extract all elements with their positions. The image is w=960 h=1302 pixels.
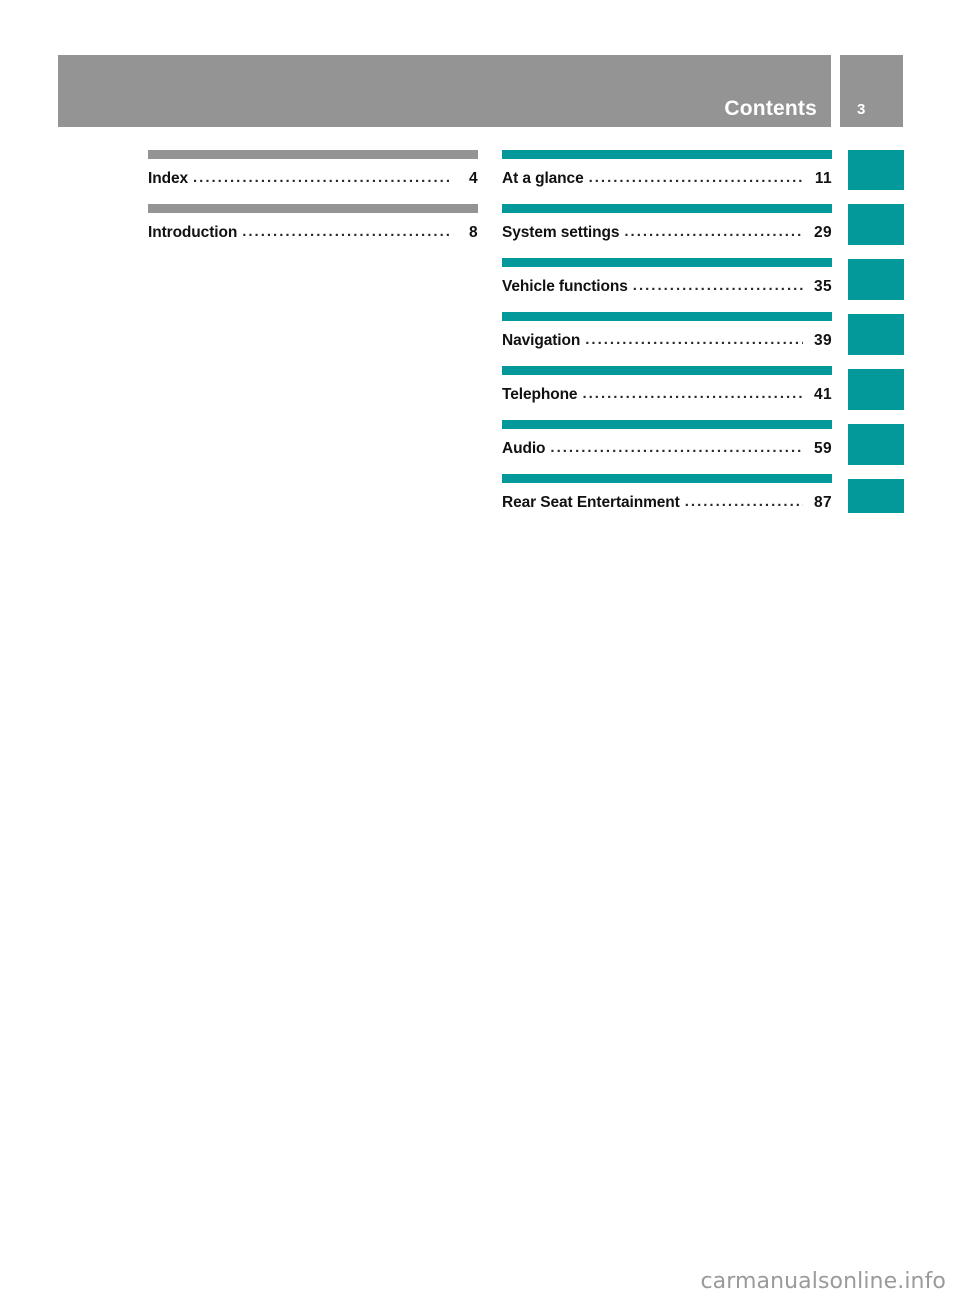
section-edge-tab[interactable] bbox=[848, 259, 904, 300]
toc-entry-label: Index bbox=[148, 170, 188, 187]
toc-entry[interactable]: Audio...................................… bbox=[502, 420, 832, 474]
toc-entry-line: At a glance.............................… bbox=[502, 169, 832, 188]
section-edge-tabs bbox=[848, 150, 904, 527]
section-edge-tab[interactable] bbox=[848, 424, 904, 465]
toc-rule bbox=[502, 150, 832, 159]
toc-entry-line: Audio...................................… bbox=[502, 439, 832, 458]
toc-entry-label: Vehicle functions bbox=[502, 278, 628, 295]
toc-entry-line: Rear Seat Entertainment.................… bbox=[502, 493, 832, 512]
toc-dot-leader: ........................................… bbox=[550, 439, 803, 456]
toc-entry-line: System settings.........................… bbox=[502, 223, 832, 242]
toc-entry-page: 8 bbox=[468, 224, 478, 241]
toc-rule bbox=[148, 150, 478, 159]
toc-dot-leader: ........................................… bbox=[588, 169, 803, 186]
toc-entry-line: Index...................................… bbox=[148, 169, 478, 188]
toc-rule bbox=[502, 474, 832, 483]
toc-rule bbox=[502, 312, 832, 321]
toc-dot-leader: ........................................… bbox=[624, 223, 803, 240]
toc-dot-leader: ........................................… bbox=[242, 223, 449, 240]
page-title: Contents bbox=[724, 97, 817, 120]
toc-entry-label: Introduction bbox=[148, 224, 238, 241]
toc-entry[interactable]: Vehicle functions.......................… bbox=[502, 258, 832, 312]
toc-rule bbox=[502, 204, 832, 213]
toc-entry-page: 59 bbox=[813, 440, 832, 457]
page-number: 3 bbox=[857, 101, 866, 118]
toc-column-right: At a glance.............................… bbox=[502, 150, 832, 528]
page-header: Contents 3 bbox=[58, 55, 903, 127]
toc-entry[interactable]: Index...................................… bbox=[148, 150, 478, 204]
toc-entry-page: 29 bbox=[813, 224, 832, 241]
section-edge-tab[interactable] bbox=[848, 369, 904, 410]
toc-entry-page: 87 bbox=[813, 494, 832, 511]
toc-rule bbox=[502, 258, 832, 267]
toc-dot-leader: ........................................… bbox=[632, 277, 803, 294]
toc-entry-label: Navigation bbox=[502, 332, 581, 349]
toc-entry-page: 35 bbox=[813, 278, 832, 295]
toc-dot-leader: ........................................… bbox=[582, 385, 803, 402]
toc-dot-leader: ........................................… bbox=[192, 169, 449, 186]
header-band: Contents bbox=[58, 55, 831, 127]
toc-entry-label: Rear Seat Entertainment bbox=[502, 494, 680, 511]
toc-entry[interactable]: Navigation..............................… bbox=[502, 312, 832, 366]
section-edge-tab[interactable] bbox=[848, 314, 904, 355]
toc-entry-line: Vehicle functions.......................… bbox=[502, 277, 832, 296]
toc-entry[interactable]: Rear Seat Entertainment.................… bbox=[502, 474, 832, 528]
toc-entry-page: 4 bbox=[468, 170, 478, 187]
toc-entry-line: Introduction............................… bbox=[148, 223, 478, 242]
toc-entry-line: Telephone...............................… bbox=[502, 385, 832, 404]
toc-entry-page: 39 bbox=[813, 332, 832, 349]
toc-entry-page: 11 bbox=[814, 170, 832, 187]
toc-entry-label: Telephone bbox=[502, 386, 578, 403]
toc-rule bbox=[502, 420, 832, 429]
toc-entry[interactable]: System settings.........................… bbox=[502, 204, 832, 258]
section-edge-tab[interactable] bbox=[848, 479, 904, 513]
toc-entry-page: 41 bbox=[813, 386, 832, 403]
page-number-box: 3 bbox=[840, 55, 903, 127]
toc-dot-leader: ........................................… bbox=[684, 493, 803, 510]
toc-entry[interactable]: Telephone...............................… bbox=[502, 366, 832, 420]
toc-entry-label: Audio bbox=[502, 440, 546, 457]
toc-entry-label: System settings bbox=[502, 224, 620, 241]
toc-entry[interactable]: At a glance.............................… bbox=[502, 150, 832, 204]
toc-column-left: Index...................................… bbox=[148, 150, 478, 258]
toc-dot-leader: ........................................… bbox=[585, 331, 803, 348]
toc-entry[interactable]: Introduction............................… bbox=[148, 204, 478, 258]
section-edge-tab[interactable] bbox=[848, 150, 904, 190]
toc-rule bbox=[148, 204, 478, 213]
toc-entry-label: At a glance bbox=[502, 170, 584, 187]
toc-rule bbox=[502, 366, 832, 375]
watermark: carmanualsonline.info bbox=[700, 1269, 946, 1294]
toc-entry-line: Navigation..............................… bbox=[502, 331, 832, 350]
section-edge-tab[interactable] bbox=[848, 204, 904, 245]
